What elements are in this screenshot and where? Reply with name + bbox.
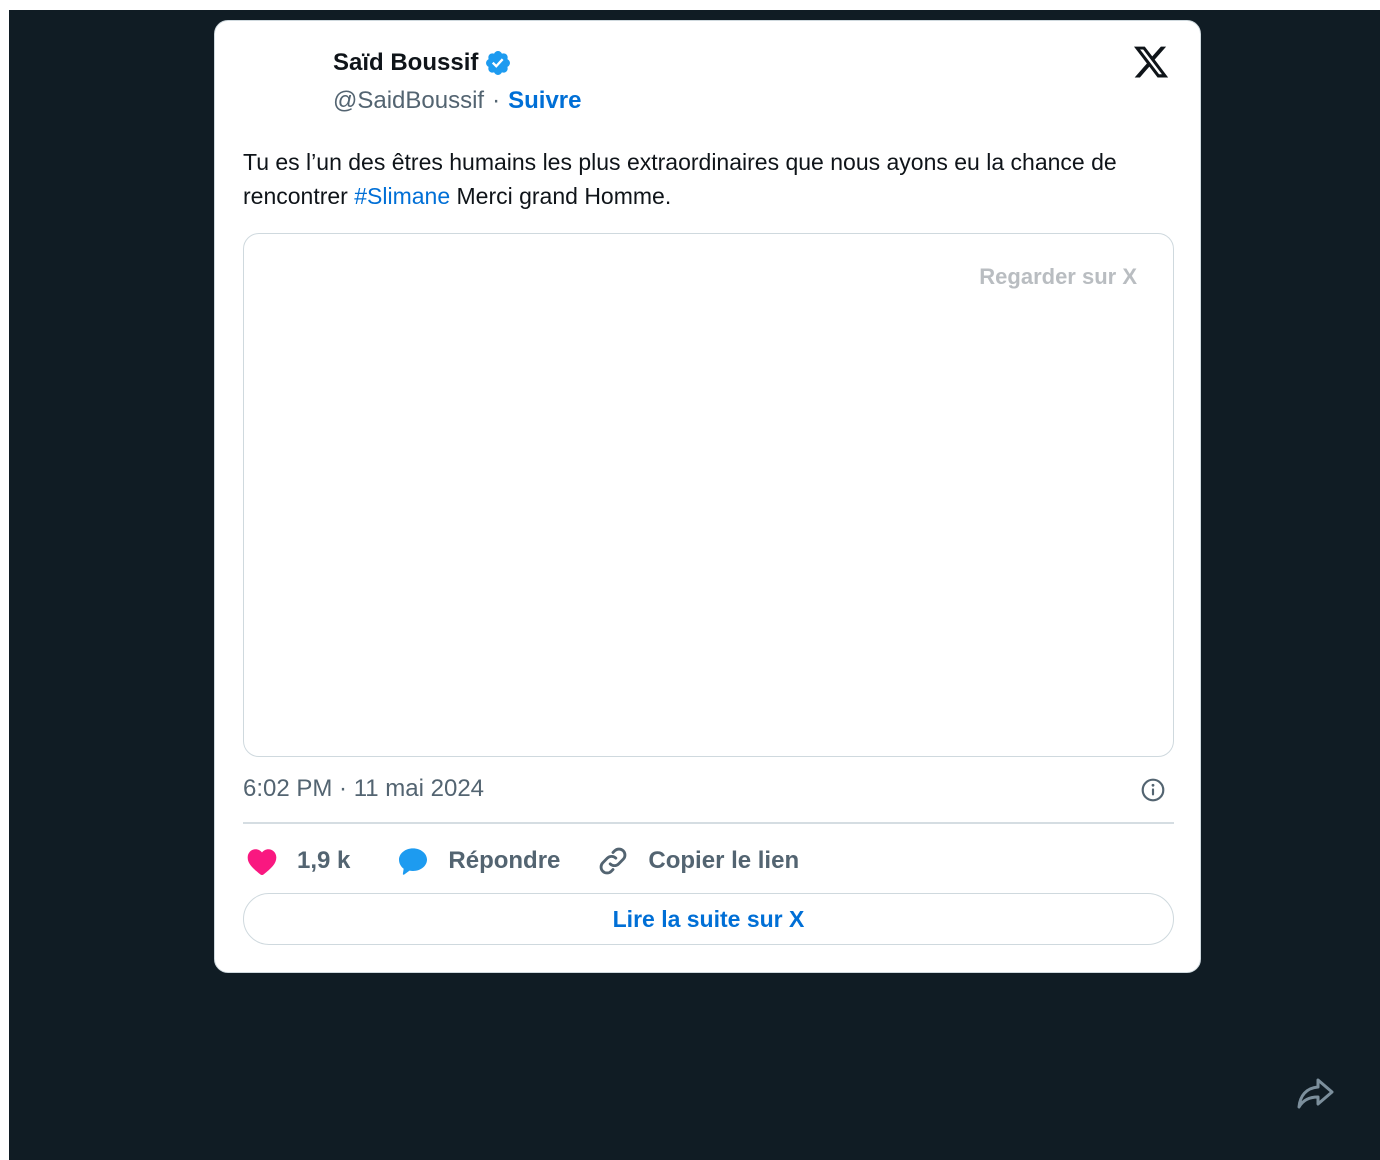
info-icon[interactable] bbox=[1140, 777, 1166, 803]
page-background: Saïd Boussif @SaidBoussif · Suivre Tu es… bbox=[9, 10, 1380, 1160]
like-count: 1,9 k bbox=[297, 847, 351, 874]
follow-button[interactable]: Suivre bbox=[508, 87, 581, 115]
speech-bubble-icon bbox=[399, 848, 428, 875]
share-arrow-icon[interactable] bbox=[1294, 1074, 1336, 1114]
heart-icon bbox=[247, 849, 277, 876]
tweet-text: Tu es l’un des êtres humains les plus ex… bbox=[243, 145, 1143, 213]
reply-label: Répondre bbox=[448, 847, 561, 874]
media-embed[interactable]: Regarder sur X bbox=[243, 233, 1174, 757]
handle-separator: · bbox=[492, 87, 501, 114]
like-button[interactable]: 1,9 k bbox=[245, 846, 350, 876]
hashtag-link[interactable]: #Slimane bbox=[354, 183, 450, 209]
verified-badge-icon bbox=[486, 51, 511, 75]
handle-row: @SaidBoussif · Suivre bbox=[333, 87, 581, 115]
author-name[interactable]: Saïd Boussif bbox=[333, 49, 478, 77]
link-icon bbox=[600, 847, 627, 875]
read-more-button[interactable]: Lire la suite sur X bbox=[243, 893, 1174, 945]
tweet-card: Saïd Boussif @SaidBoussif · Suivre Tu es… bbox=[214, 20, 1201, 973]
divider bbox=[243, 822, 1174, 824]
tweet-timestamp[interactable]: 6:02 PM · 11 mai 2024 bbox=[243, 775, 484, 803]
copy-link-label: Copier le lien bbox=[648, 847, 800, 874]
reply-button[interactable]: Répondre bbox=[396, 845, 560, 877]
author-handle[interactable]: @SaidBoussif bbox=[333, 87, 484, 115]
watch-on-x-label[interactable]: Regarder sur X bbox=[979, 264, 1137, 290]
author-row: Saïd Boussif bbox=[333, 49, 512, 77]
tweet-text-part-2: Merci grand Homme. bbox=[450, 183, 672, 209]
action-bar: 1,9 k Répondre Copier le lien bbox=[243, 841, 799, 881]
copy-link-button[interactable]: Copier le lien bbox=[596, 844, 799, 878]
x-logo-icon[interactable] bbox=[1132, 43, 1170, 81]
